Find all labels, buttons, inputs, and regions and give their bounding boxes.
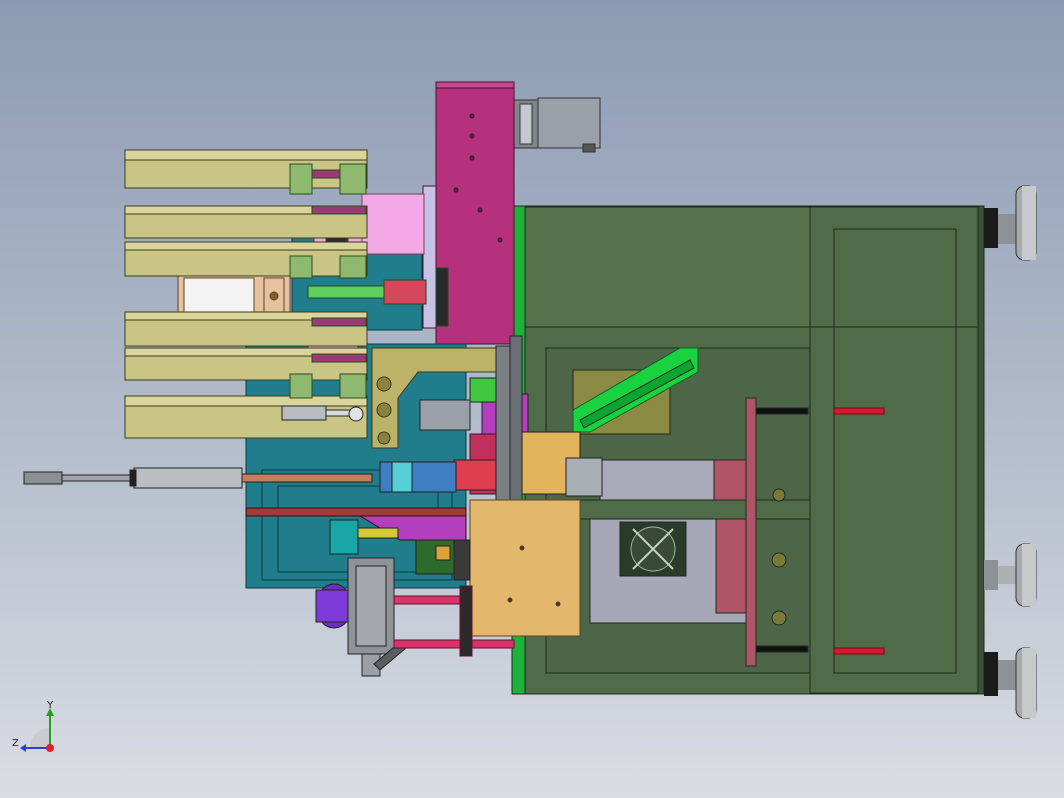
orientation-triad: Y Z: [12, 700, 54, 752]
servo-motor: [513, 97, 601, 153]
triad-y-label: Y: [46, 700, 54, 711]
assembly-drawing: Y Z: [12, 81, 1037, 752]
tan-lower-block: [469, 499, 581, 637]
leveling-feet: [984, 185, 1037, 719]
cad-viewport[interactable]: Y Z: [0, 0, 1064, 798]
foot-middle: [984, 543, 1037, 607]
foot-top: [984, 185, 1037, 261]
triad-z-label: Z: [12, 738, 19, 749]
tan-panel: [177, 271, 291, 319]
foot-bottom: [984, 647, 1037, 719]
